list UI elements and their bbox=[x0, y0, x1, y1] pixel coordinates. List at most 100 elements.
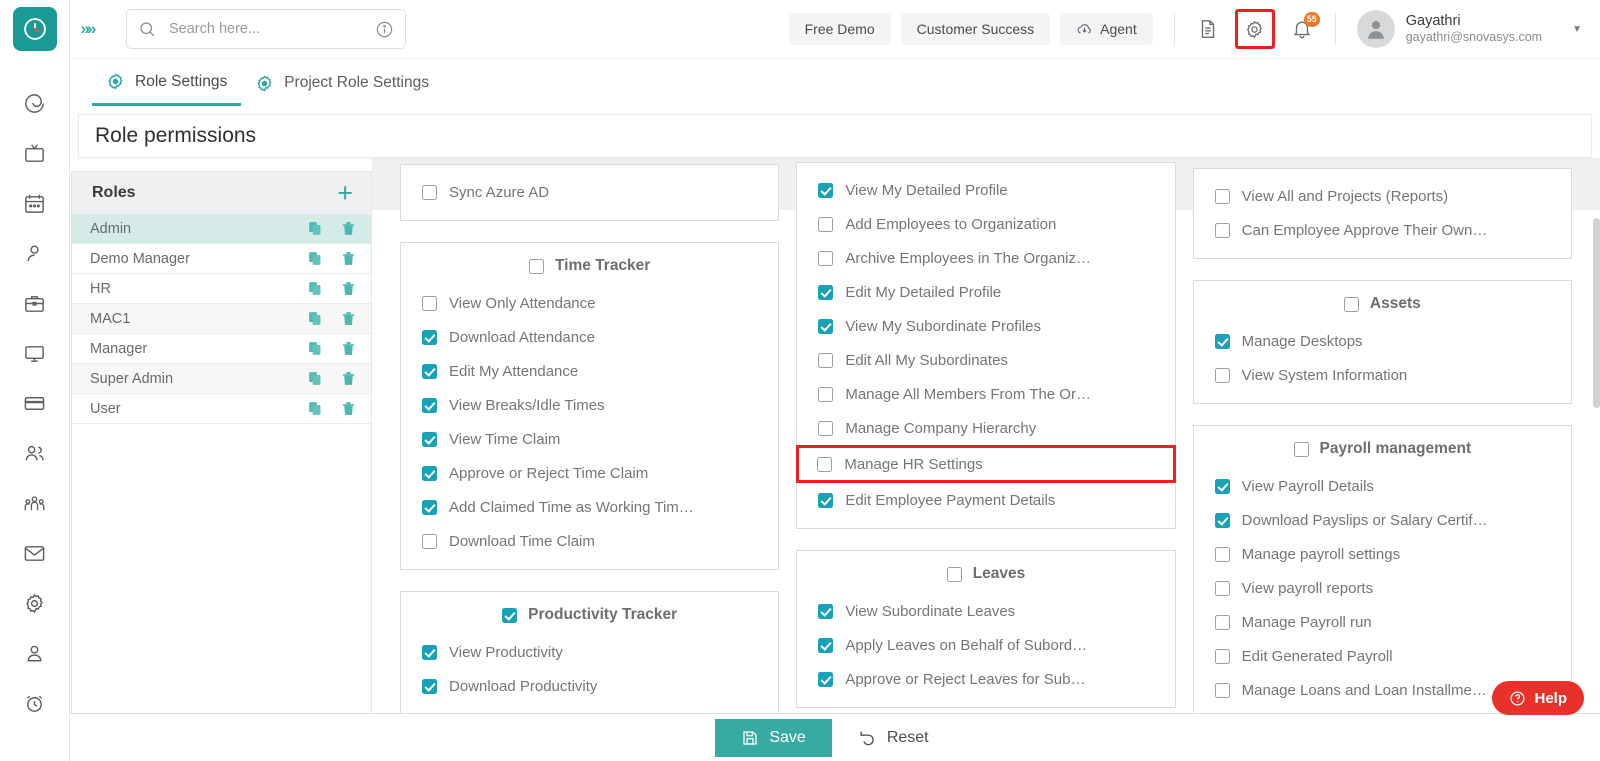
checkbox[interactable] bbox=[1214, 682, 1230, 698]
trash-icon[interactable] bbox=[340, 250, 357, 267]
checkbox[interactable] bbox=[1214, 512, 1230, 528]
checkbox[interactable] bbox=[818, 420, 834, 436]
avatar[interactable] bbox=[1356, 10, 1395, 48]
permission-row[interactable]: View My Detailed Profile bbox=[797, 173, 1174, 207]
search-box[interactable] bbox=[126, 9, 406, 49]
permission-row[interactable]: Manage Payroll run bbox=[1194, 605, 1571, 639]
copy-icon[interactable] bbox=[307, 250, 324, 267]
permission-row[interactable]: View Time Claim bbox=[401, 422, 778, 456]
trash-icon[interactable] bbox=[340, 370, 357, 387]
checkbox[interactable] bbox=[1214, 222, 1230, 238]
permission-row[interactable]: View Only Attendance bbox=[401, 286, 778, 320]
checkbox[interactable] bbox=[818, 318, 834, 334]
checkbox[interactable] bbox=[946, 566, 962, 582]
notifications-button[interactable]: 55 bbox=[1285, 12, 1320, 46]
permission-row[interactable]: Manage All Members From The Or… bbox=[797, 377, 1174, 411]
reset-button[interactable]: Reset bbox=[831, 718, 955, 757]
copy-icon[interactable] bbox=[307, 220, 324, 237]
checkbox[interactable] bbox=[422, 533, 437, 549]
permission-row[interactable]: Apply Leaves on Behalf of Subord… bbox=[797, 628, 1174, 662]
sidebar-item-monitor[interactable] bbox=[0, 328, 70, 378]
help-widget-button[interactable]: Help bbox=[1492, 681, 1584, 715]
permission-row[interactable]: Edit My Attendance bbox=[401, 354, 778, 388]
checkbox[interactable] bbox=[422, 644, 437, 660]
checkbox[interactable] bbox=[818, 492, 834, 508]
permission-row[interactable]: Can Employee Approve Their Own… bbox=[1194, 213, 1571, 247]
trash-icon[interactable] bbox=[340, 400, 357, 417]
caret-down-icon[interactable]: ▼ bbox=[1572, 24, 1582, 35]
sidebar-item-mail[interactable] bbox=[0, 528, 70, 578]
permission-row[interactable]: Add Claimed Time as Working Tim… bbox=[401, 490, 778, 524]
permission-row[interactable]: Manage Desktops bbox=[1194, 324, 1571, 358]
permission-row[interactable]: Manage Company Hierarchy bbox=[797, 411, 1174, 445]
role-row[interactable]: Demo Manager bbox=[72, 244, 371, 274]
app-logo[interactable] bbox=[12, 7, 57, 51]
permission-card-title[interactable]: Productivity Tracker bbox=[401, 602, 778, 629]
permission-row[interactable]: Download Productivity bbox=[401, 669, 778, 703]
checkbox[interactable] bbox=[422, 295, 437, 311]
tab-role-settings[interactable]: Role Settings bbox=[92, 60, 242, 106]
permission-row[interactable]: Approve or Reject Leaves for Sub… bbox=[797, 662, 1174, 696]
checkbox[interactable] bbox=[1214, 478, 1230, 494]
checkbox[interactable] bbox=[1214, 580, 1230, 596]
checkbox[interactable] bbox=[818, 216, 834, 232]
role-row[interactable]: User bbox=[72, 394, 371, 424]
sidebar-item-calendar[interactable] bbox=[0, 178, 70, 228]
permission-row[interactable]: Edit Employee Payment Details bbox=[797, 483, 1174, 517]
customer-success-button[interactable]: Customer Success bbox=[900, 13, 1051, 45]
sidebar-item-team[interactable] bbox=[0, 478, 70, 528]
save-button[interactable]: Save bbox=[715, 718, 832, 757]
copy-icon[interactable] bbox=[307, 370, 324, 387]
checkbox[interactable] bbox=[1293, 441, 1309, 457]
sidebar-item-dashboard[interactable] bbox=[0, 78, 70, 128]
checkbox[interactable] bbox=[422, 329, 437, 345]
document-icon-button[interactable] bbox=[1191, 12, 1225, 46]
permission-row[interactable]: View System Information bbox=[1194, 358, 1571, 392]
permission-row[interactable]: Edit Generated Payroll bbox=[1194, 639, 1571, 673]
permission-row[interactable]: View All and Projects (Reports) bbox=[1194, 179, 1571, 213]
expand-sidebar-icon[interactable]: »» bbox=[70, 19, 104, 39]
permission-row[interactable]: View Breaks/Idle Times bbox=[401, 388, 778, 422]
scrollbar-thumb[interactable] bbox=[1593, 218, 1600, 408]
checkbox[interactable] bbox=[422, 397, 437, 413]
sidebar-item-alarm[interactable] bbox=[0, 678, 70, 728]
checkbox[interactable] bbox=[818, 352, 834, 368]
permission-row[interactable]: View Productivity bbox=[401, 635, 778, 669]
trash-icon[interactable] bbox=[340, 280, 357, 297]
permission-card-title[interactable]: Leaves bbox=[797, 561, 1174, 588]
sidebar-item-user-badge[interactable] bbox=[0, 628, 70, 678]
checkbox[interactable] bbox=[1214, 333, 1230, 349]
permission-row[interactable]: Download Time Claim bbox=[401, 524, 778, 558]
copy-icon[interactable] bbox=[307, 400, 324, 417]
settings-gear-button[interactable] bbox=[1234, 9, 1275, 49]
sidebar-item-people[interactable] bbox=[0, 428, 70, 478]
checkbox[interactable] bbox=[1214, 188, 1230, 204]
sidebar-item-card[interactable] bbox=[0, 378, 70, 428]
permission-row[interactable]: View Subordinate Leaves bbox=[797, 594, 1174, 628]
checkbox[interactable] bbox=[818, 386, 834, 402]
permission-row[interactable]: View payroll reports bbox=[1194, 571, 1571, 605]
role-row[interactable]: HR bbox=[72, 274, 371, 304]
sidebar-item-briefcase[interactable] bbox=[0, 278, 70, 328]
role-row[interactable]: Manager bbox=[72, 334, 371, 364]
trash-icon[interactable] bbox=[340, 340, 357, 357]
permission-row[interactable]: Download Payslips or Salary Certif… bbox=[1194, 503, 1571, 537]
permission-row[interactable]: View Payroll Details bbox=[1194, 469, 1571, 503]
checkbox[interactable] bbox=[1214, 648, 1230, 664]
checkbox[interactable] bbox=[422, 184, 437, 200]
checkbox[interactable] bbox=[422, 363, 437, 379]
checkbox[interactable] bbox=[422, 431, 437, 447]
checkbox[interactable] bbox=[1214, 546, 1230, 562]
free-demo-button[interactable]: Free Demo bbox=[788, 13, 891, 45]
permission-row[interactable]: Approve or Reject Time Claim bbox=[401, 456, 778, 490]
checkbox[interactable] bbox=[817, 456, 833, 472]
user-meta[interactable]: Gayathri gayathri@snovasys.com bbox=[1406, 12, 1542, 46]
trash-icon[interactable] bbox=[340, 310, 357, 327]
checkbox[interactable] bbox=[1214, 614, 1230, 630]
checkbox[interactable] bbox=[818, 284, 834, 300]
copy-icon[interactable] bbox=[307, 310, 324, 327]
search-input[interactable] bbox=[169, 21, 375, 37]
checkbox[interactable] bbox=[422, 465, 437, 481]
permission-row[interactable]: Add Employees to Organization bbox=[797, 207, 1174, 241]
checkbox[interactable] bbox=[422, 499, 437, 515]
